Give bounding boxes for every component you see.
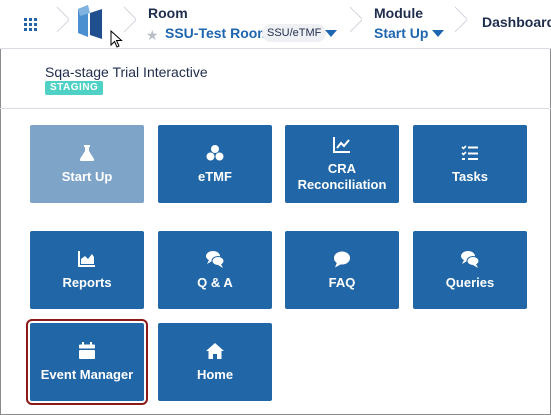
- home-icon: [206, 343, 224, 359]
- tile-label: CRA Reconciliation: [297, 161, 387, 192]
- dashboard-link[interactable]: Dashboard: [482, 14, 551, 30]
- tile-label: eTMF: [198, 169, 232, 184]
- trial-interactive-logo-icon[interactable]: [74, 3, 106, 41]
- comments-icon: [206, 251, 225, 268]
- tile-label: Queries: [445, 275, 495, 290]
- tile-faq[interactable]: FAQ: [285, 231, 399, 309]
- room-dropdown-caret-icon[interactable]: [325, 30, 337, 37]
- cubes-icon: [206, 145, 224, 161]
- tile-label: Q & A: [197, 275, 233, 290]
- tile-label: FAQ: [328, 275, 356, 290]
- trial-name: Sqa-stage Trial Interactive: [45, 64, 208, 80]
- tile-etmf[interactable]: eTMF: [158, 125, 272, 203]
- calendar-icon: [79, 342, 95, 359]
- breadcrumb-separator: [350, 0, 362, 48]
- module-dropdown-caret-icon[interactable]: [432, 30, 444, 37]
- tile-queries[interactable]: Queries: [413, 231, 527, 309]
- room-selector[interactable]: SSU-Test Room: [165, 25, 270, 41]
- tile-q-and-a[interactable]: Q & A: [158, 231, 272, 309]
- tile-home[interactable]: Home: [158, 323, 272, 401]
- tile-label: Event Manager: [40, 367, 134, 382]
- comments-icon: [461, 251, 480, 268]
- breadcrumb-separator: [455, 0, 467, 48]
- tile-label: Tasks: [452, 169, 488, 184]
- tile-label: Start Up: [61, 169, 113, 184]
- tile-label: Reports: [62, 275, 112, 290]
- line-chart-icon: [333, 137, 350, 153]
- tile-cra-reconciliation[interactable]: CRA Reconciliation: [285, 125, 399, 203]
- grid-icon: [23, 17, 37, 31]
- tasks-icon: [461, 145, 478, 160]
- flask-icon: [79, 145, 95, 161]
- module-selector[interactable]: Start Up: [374, 25, 428, 41]
- star-icon[interactable]: ★: [146, 27, 159, 44]
- divider: [0, 108, 551, 109]
- tile-event-manager[interactable]: Event Manager: [26, 319, 148, 405]
- top-bar: Room ★ SSU-Test Room SSU/eTMF Module Sta…: [0, 0, 551, 49]
- breadcrumb-separator: [124, 0, 136, 48]
- environment-badge: STAGING: [45, 81, 104, 95]
- mouse-cursor-icon: [110, 30, 123, 48]
- tile-reports[interactable]: Reports: [30, 231, 144, 309]
- room-tag: SSU/eTMF: [262, 24, 327, 42]
- breadcrumb-separator: [57, 0, 69, 48]
- tile-tasks[interactable]: Tasks: [413, 125, 527, 203]
- tile-label: Home: [196, 367, 234, 382]
- tile-start-up[interactable]: Start Up: [30, 125, 144, 203]
- room-title: Room: [148, 5, 188, 21]
- comment-icon: [334, 251, 350, 268]
- area-chart-icon: [78, 251, 95, 267]
- app-launcher-button[interactable]: [0, 0, 60, 48]
- module-title: Module: [374, 5, 423, 21]
